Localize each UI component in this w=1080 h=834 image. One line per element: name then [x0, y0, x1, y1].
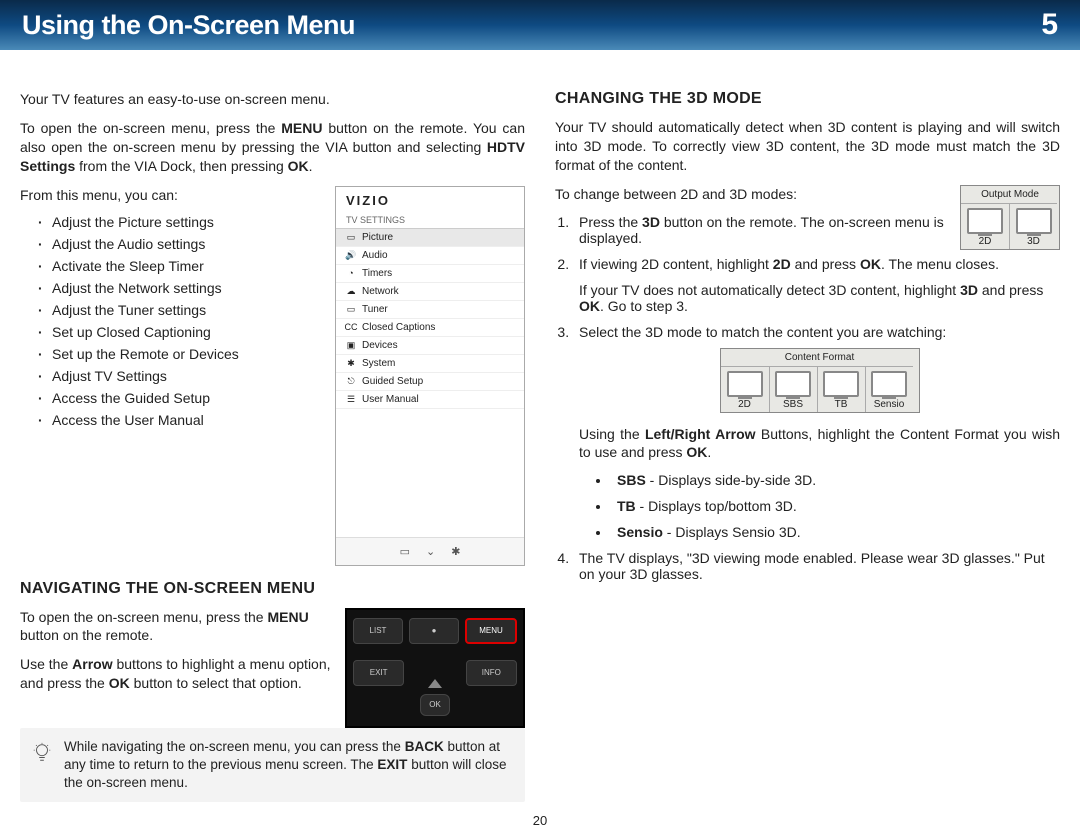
remote-up-arrow-icon [428, 679, 442, 688]
list-item: TB - Displays top/bottom 3D. [611, 498, 1060, 514]
tv-icon [727, 371, 763, 397]
list-item: Access the Guided Setup [38, 390, 525, 406]
left-column: Your TV features an easy-to-use on-scree… [20, 90, 525, 802]
page-title: Using the On-Screen Menu [22, 10, 355, 41]
format-sbs: SBS [769, 366, 817, 412]
lightbulb-icon [30, 740, 54, 764]
content-format-title: Content Format [721, 349, 919, 366]
tv-icon [775, 371, 811, 397]
format-sensio: Sensio [865, 366, 913, 412]
tv-icon [967, 208, 1003, 234]
vizio-logo: VIZIO [336, 187, 524, 212]
remote-exit-button: EXIT [353, 660, 404, 686]
tv-icon [823, 371, 859, 397]
vizio-footer: ▭ ⌄ ✱ [336, 537, 524, 565]
list-item: Set up Closed Captioning [38, 324, 525, 340]
remote-menu-button: MENU [465, 618, 517, 644]
open-menu-text: To open the on-screen menu, press the ME… [20, 119, 525, 176]
3d-heading: CHANGING THE 3D MODE [555, 90, 1060, 108]
intro-text: Your TV features an easy-to-use on-scree… [20, 90, 525, 109]
remote-rec-button: ● [409, 618, 459, 644]
remote-info-button: INFO [466, 660, 517, 686]
output-mode-2d: 2D [961, 203, 1009, 249]
format-tb: TB [817, 366, 865, 412]
list-item: Access the User Manual [38, 412, 525, 428]
page-content: Your TV features an easy-to-use on-scree… [0, 50, 1080, 812]
content-format-illustration: Content Format 2D SBS TB Sensio [720, 348, 920, 413]
list-item: Adjust the Audio settings [38, 236, 525, 252]
step-2: If viewing 2D content, highlight 2D and … [573, 256, 1060, 314]
page-header: Using the On-Screen Menu 5 [0, 0, 1080, 50]
tip-box: While navigating the on-screen menu, you… [20, 728, 525, 803]
list-item: Adjust the Picture settings [38, 214, 525, 230]
list-item: Adjust the Tuner settings [38, 302, 525, 318]
format-2d: 2D [721, 366, 769, 412]
list-item: Sensio - Displays Sensio 3D. [611, 524, 1060, 540]
output-mode-title: Output Mode [961, 186, 1059, 203]
page-number: 20 [0, 813, 1080, 828]
steps-list: Press the 3D button on the remote. The o… [555, 214, 1060, 583]
footer-down-icon: ⌄ [426, 545, 435, 558]
footer-gear-icon: ✱ [451, 545, 460, 558]
list-item: Adjust the Network settings [38, 280, 525, 296]
footer-wide-icon: ▭ [400, 545, 410, 558]
3d-intro: Your TV should automatically detect when… [555, 118, 1060, 175]
step-3: Select the 3D mode to match the content … [573, 324, 1060, 541]
list-item: Activate the Sleep Timer [38, 258, 525, 274]
remote-ok-button: OK [420, 694, 450, 716]
step-4: The TV displays, "3D viewing mode enable… [573, 550, 1060, 582]
list-item: Adjust TV Settings [38, 368, 525, 384]
output-mode-3d: 3D [1009, 203, 1057, 249]
nav-heading: NAVIGATING THE ON-SCREEN MENU [20, 580, 525, 598]
output-mode-illustration: Output Mode 2D 3D [960, 185, 1060, 250]
list-item: SBS - Displays side-by-side 3D. [611, 472, 1060, 488]
using-arrows: Using the Left/Right Arrow Buttons, high… [579, 425, 1060, 463]
tv-icon [1016, 208, 1052, 234]
remote-list-button: LIST [353, 618, 403, 644]
format-descriptions: SBS - Displays side-by-side 3D. TB - Dis… [579, 472, 1060, 540]
remote-illustration: LIST ● MENU EXIT INFO OK [345, 608, 525, 728]
right-column: CHANGING THE 3D MODE Your TV should auto… [555, 90, 1060, 802]
tv-icon [871, 371, 907, 397]
list-item: Set up the Remote or Devices [38, 346, 525, 362]
chapter-number: 5 [1041, 8, 1058, 42]
